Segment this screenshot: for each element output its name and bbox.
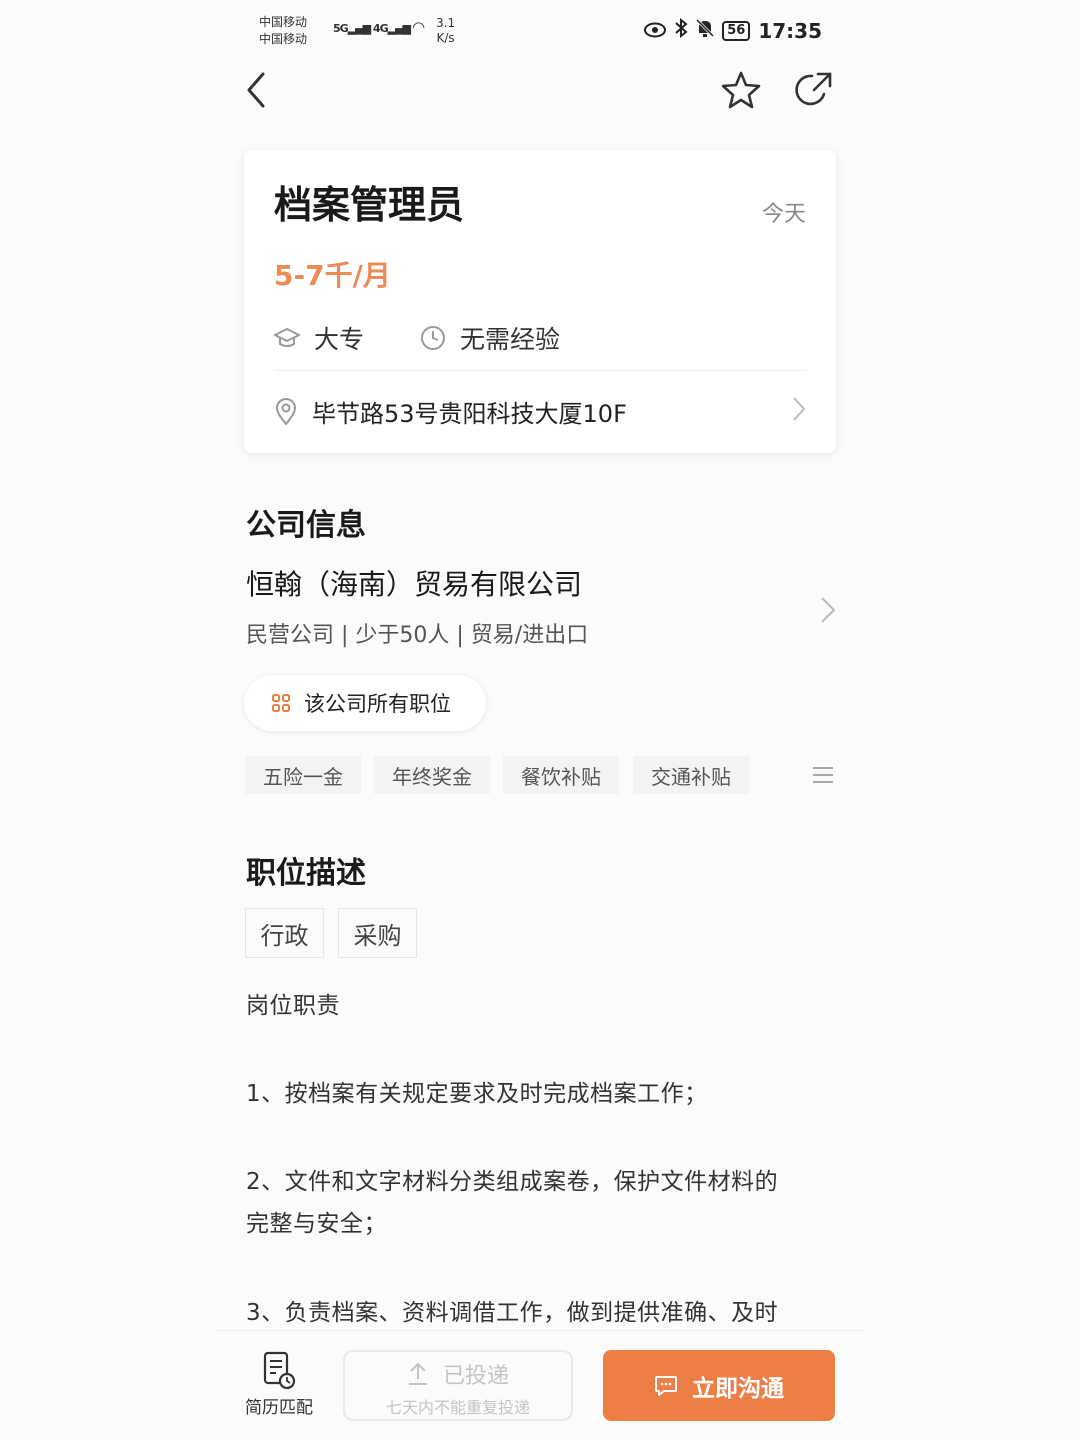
back-button[interactable] xyxy=(236,68,276,112)
all-jobs-label: 该公司所有职位 xyxy=(304,692,451,716)
experience-requirement: 无需经验 xyxy=(420,320,560,356)
applied-label: 已投递 xyxy=(442,1364,509,1389)
speed-value: 3.1 xyxy=(436,16,456,30)
wifi-icon: ◠ xyxy=(412,18,425,36)
chevron-left-icon xyxy=(247,72,265,108)
description-item: 3、负责档案、资料调借工作，做到提供准确、及时 xyxy=(246,1300,779,1326)
menu-icon xyxy=(813,767,833,783)
status-right: 56 17:35 xyxy=(644,17,822,43)
location-pin-icon xyxy=(275,397,297,426)
share-button[interactable] xyxy=(792,68,836,112)
salary: 5-7千/月 xyxy=(274,259,391,292)
education-requirement: 大专 xyxy=(274,320,364,356)
description-item: 1、按档案有关规定要求及时完成档案工作； xyxy=(246,1081,708,1107)
battery-indicator: 56 xyxy=(722,20,751,41)
card-divider xyxy=(274,370,806,371)
company-section-title: 公司信息 xyxy=(246,508,366,543)
posted-date: 今天 xyxy=(761,202,806,227)
signal-icon: ▂▄▆ xyxy=(387,22,411,35)
benefit-tag: 五险一金 xyxy=(245,756,361,794)
speed-unit: K/s xyxy=(436,31,455,45)
graduation-cap-icon xyxy=(274,328,300,347)
bluetooth-icon xyxy=(674,17,688,43)
resume-match-button[interactable]: 简历匹配 xyxy=(243,1351,315,1418)
chat-now-label: 立即沟通 xyxy=(692,1375,784,1402)
benefit-tag: 餐饮补贴 xyxy=(503,756,619,794)
benefit-tag: 年终奖金 xyxy=(374,756,490,794)
applied-button[interactable]: 已投递 七天内不能重复投递 xyxy=(343,1350,573,1421)
favorite-button[interactable] xyxy=(719,68,763,112)
network-2: 4G xyxy=(372,22,389,35)
network-1: 5G xyxy=(333,22,349,35)
company-meta: 民营公司 | 少于50人 | 贸易/进出口 xyxy=(246,623,589,648)
description-section-title: 职位描述 xyxy=(246,856,366,891)
carrier-1: 中国移动 xyxy=(259,15,308,29)
category-tag: 采购 xyxy=(338,908,417,958)
resume-icon xyxy=(263,1351,296,1390)
more-benefits-button[interactable] xyxy=(806,760,840,790)
chevron-right-icon xyxy=(820,596,836,628)
upload-icon xyxy=(408,1362,427,1385)
job-title: 档案管理员 xyxy=(274,183,465,227)
experience-label: 无需经验 xyxy=(460,325,561,354)
applied-note: 七天内不能重复投递 xyxy=(385,1398,530,1417)
company-name: 恒翰（海南）贸易有限公司 xyxy=(246,568,583,601)
chat-now-button[interactable]: 立即沟通 xyxy=(603,1350,835,1421)
network-speed: 3.1 K/s xyxy=(436,16,455,46)
all-company-jobs-button[interactable]: 该公司所有职位 xyxy=(244,675,486,731)
category-tag: 行政 xyxy=(245,908,324,958)
job-address[interactable]: 毕节路53号贵阳科技大厦10F xyxy=(274,394,806,429)
description-item: 2、文件和文字材料分类组成案卷，保护文件材料的 xyxy=(246,1169,779,1195)
share-icon xyxy=(795,72,832,106)
mute-bell-icon xyxy=(696,18,715,43)
education-label: 大专 xyxy=(314,325,365,354)
job-summary-card: 档案管理员 今天 5-7千/月 大专 无需经验 毕节路53号贵阳科技大厦10F xyxy=(244,150,836,453)
signal-icon: ▂▄▆ xyxy=(347,22,371,35)
signal-indicators: 5G▂▄▆ 4G▂▄▆ ◠ xyxy=(333,18,425,36)
address-label: 毕节路53号贵阳科技大厦10F xyxy=(312,400,627,428)
clock: 17:35 xyxy=(758,18,822,43)
chat-bubble-icon xyxy=(655,1375,677,1396)
star-icon xyxy=(721,71,761,109)
resume-match-label: 简历匹配 xyxy=(245,1398,313,1418)
chevron-right-icon xyxy=(792,396,806,428)
bottom-action-bar: 简历匹配 已投递 七天内不能重复投递 立即沟通 xyxy=(215,1330,865,1440)
carrier-2: 中国移动 xyxy=(259,32,308,46)
status-carriers: 中国移动 中国移动 xyxy=(259,14,307,48)
description-heading: 岗位职责 xyxy=(246,993,340,1019)
benefit-tag: 交通补贴 xyxy=(633,756,749,794)
grid-icon xyxy=(272,694,290,712)
description-item: 完整与安全； xyxy=(246,1211,387,1237)
eye-icon xyxy=(644,19,667,43)
clock-icon xyxy=(421,326,445,350)
